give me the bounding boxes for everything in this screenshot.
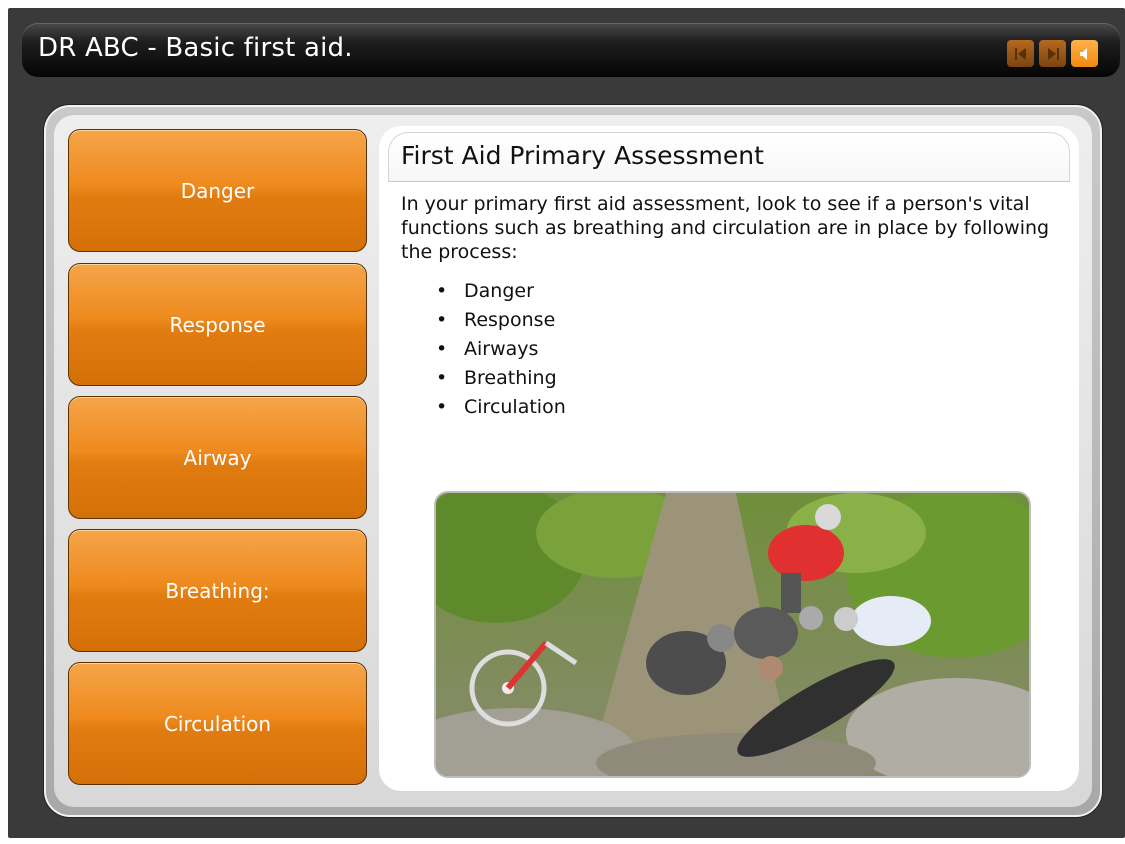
menu-button-label: Airway: [183, 445, 252, 470]
list-item: Circulation: [436, 393, 736, 422]
menu-button-circulation[interactable]: Circulation: [68, 662, 367, 785]
list-item: Breathing: [436, 364, 736, 393]
photo-illustration: [436, 493, 1029, 776]
process-list: Danger Response Airways Breathing Circul…: [436, 277, 736, 422]
menu-button-airway[interactable]: Airway: [68, 396, 367, 519]
previous-button[interactable]: [1007, 40, 1034, 67]
list-item: Response: [436, 306, 736, 335]
next-icon: [1047, 47, 1059, 60]
menu-button-label: Danger: [180, 178, 255, 203]
app-title: DR ABC - Basic first aid.: [38, 33, 353, 63]
heading-bar: First Aid Primary Assessment: [388, 132, 1070, 182]
next-button[interactable]: [1039, 40, 1066, 67]
intro-text: In your primary first aid assessment, lo…: [401, 193, 1050, 263]
sound-button[interactable]: [1071, 40, 1098, 67]
list-item: Airways: [436, 335, 736, 364]
title-bar: DR ABC - Basic first aid.: [22, 23, 1120, 77]
menu-button-danger[interactable]: Danger: [68, 129, 367, 252]
menu-button-label: Breathing:: [165, 578, 270, 603]
menu-button-label: Circulation: [163, 711, 272, 736]
list-item: Danger: [436, 277, 736, 306]
menu-button-label: Response: [169, 312, 266, 337]
menu-button-breathing[interactable]: Breathing:: [68, 529, 367, 652]
page-title: First Aid Primary Assessment: [401, 141, 764, 170]
speaker-icon: [1079, 47, 1087, 60]
menu-button-response[interactable]: Response: [68, 263, 367, 386]
first-aid-photo: [434, 491, 1031, 778]
previous-icon: [1014, 47, 1026, 60]
